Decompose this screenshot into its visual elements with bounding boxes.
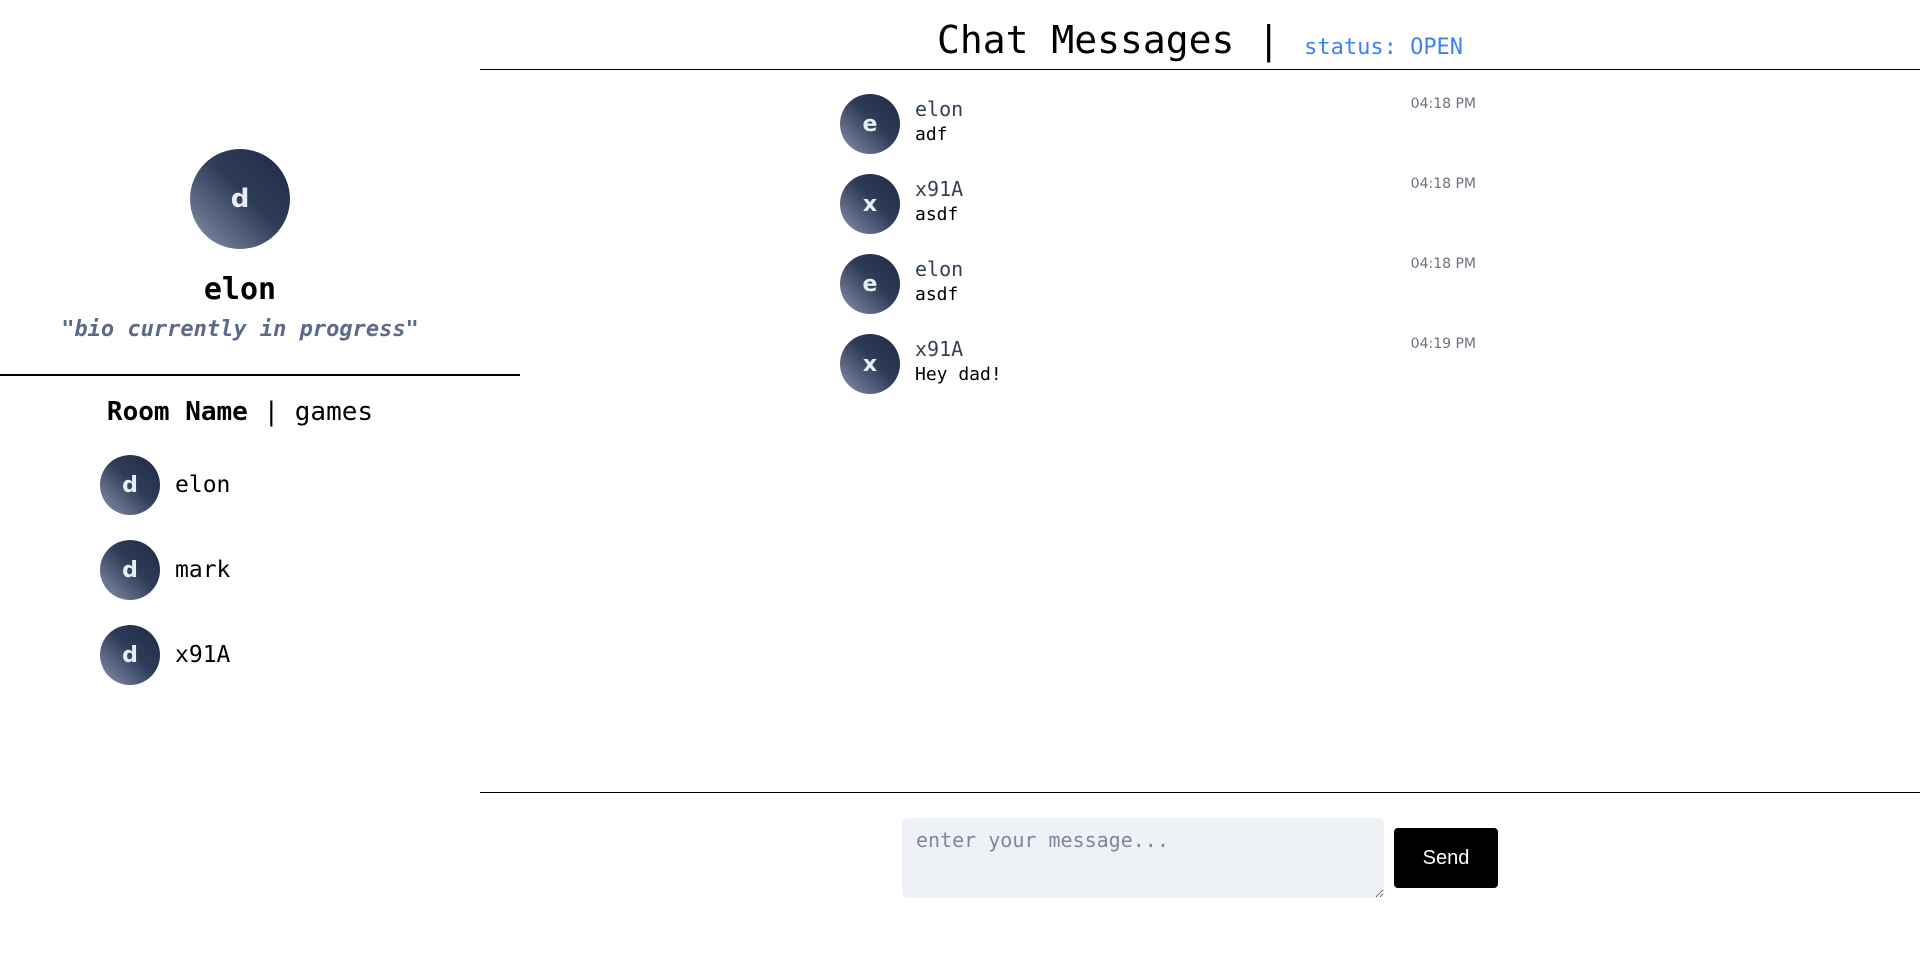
member-name: x91A xyxy=(175,642,231,668)
profile-bio: "bio currently in progress" xyxy=(61,317,419,342)
message-text: asdf xyxy=(915,284,959,305)
member-name: elon xyxy=(175,472,231,498)
message-item: e elon adf 04:18 PM xyxy=(840,94,1480,154)
profile-avatar: d xyxy=(190,149,290,249)
member-item[interactable]: d x91A xyxy=(100,625,230,685)
message-text: Hey dad! xyxy=(915,364,1002,385)
message-username: x91A xyxy=(915,177,964,201)
status-badge: status: OPEN xyxy=(1304,35,1464,60)
member-avatar: d xyxy=(100,455,160,515)
sidebar-divider xyxy=(0,374,520,376)
message-timestamp: 04:19 PM xyxy=(1410,336,1476,352)
profile-name: elon xyxy=(203,272,277,307)
chat-title: Chat Messages | xyxy=(936,18,1281,62)
message-body: x91A asdf xyxy=(915,174,963,234)
message-username: elon xyxy=(915,97,964,121)
message-timestamp: 04:18 PM xyxy=(1410,96,1476,112)
message-body: x91A Hey dad! xyxy=(915,334,1002,394)
chat-app: d elon "bio currently in progress" Room … xyxy=(0,0,1920,960)
chat-header: Chat Messages | status: OPEN xyxy=(480,0,1920,70)
message-item: x x91A Hey dad! 04:19 PM xyxy=(840,334,1480,394)
message-text: asdf xyxy=(915,204,959,225)
member-list: d elon d mark d x91A xyxy=(100,455,230,710)
room-title: Room Name | games xyxy=(0,396,480,428)
member-avatar: d xyxy=(100,540,160,600)
message-avatar: e xyxy=(840,94,900,154)
message-body: elon adf xyxy=(915,94,963,154)
message-username: elon xyxy=(915,257,964,281)
composer-divider xyxy=(480,792,1920,793)
member-name: mark xyxy=(175,557,231,583)
message-avatar: e xyxy=(840,254,900,314)
member-item[interactable]: d elon xyxy=(100,455,230,515)
message-item: e elon asdf 04:18 PM xyxy=(840,254,1480,314)
message-username: x91A xyxy=(915,337,964,361)
message-timestamp: 04:18 PM xyxy=(1410,256,1476,272)
member-avatar: d xyxy=(100,625,160,685)
message-avatar: x xyxy=(840,174,900,234)
message-composer: Send xyxy=(902,818,1498,898)
message-item: x x91A asdf 04:18 PM xyxy=(840,174,1480,234)
room-separator: | xyxy=(263,397,280,427)
room-name-value: games xyxy=(294,397,374,427)
message-list: e elon adf 04:18 PM x x91A asdf 04:18 PM… xyxy=(840,94,1480,414)
header-divider xyxy=(480,69,1920,70)
message-input[interactable] xyxy=(902,818,1384,898)
room-name-label: Room Name xyxy=(106,397,248,427)
member-item[interactable]: d mark xyxy=(100,540,230,600)
message-body: elon asdf xyxy=(915,254,963,314)
message-text: adf xyxy=(915,124,948,145)
message-avatar: x xyxy=(840,334,900,394)
message-timestamp: 04:18 PM xyxy=(1410,176,1476,192)
send-button[interactable]: Send xyxy=(1394,828,1498,888)
